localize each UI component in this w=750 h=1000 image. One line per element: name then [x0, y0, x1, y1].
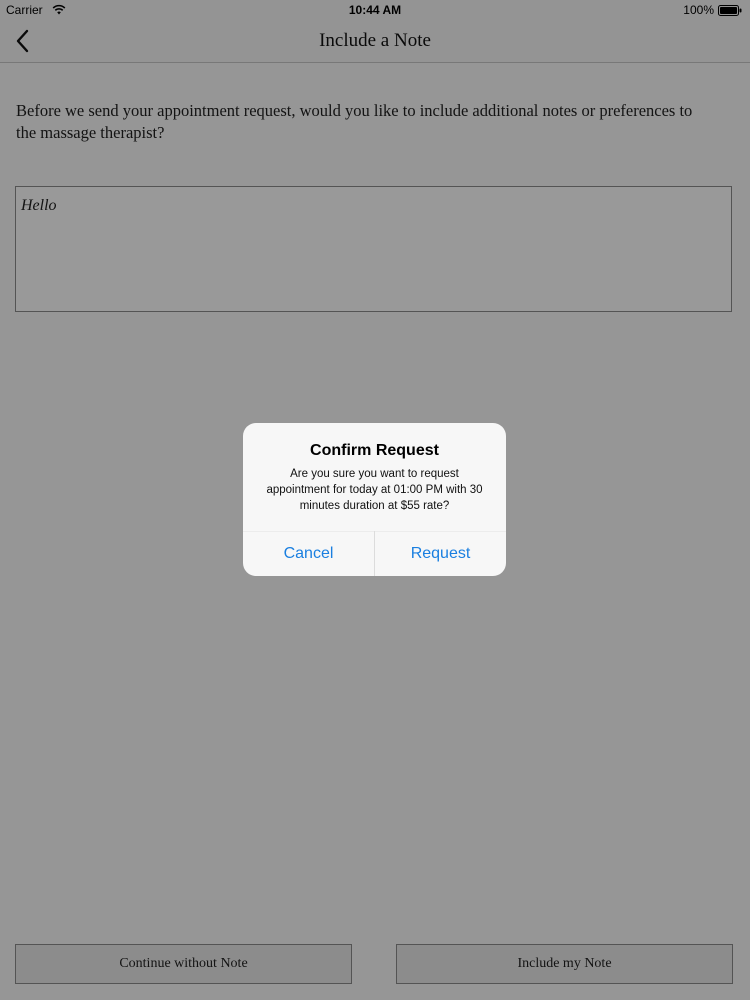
alert-message: Are you sure you want to request appoint… [266, 468, 483, 512]
alert-cancel-button[interactable]: Cancel [243, 531, 374, 576]
alert-request-button[interactable]: Request [375, 531, 506, 576]
alert-title: Confirm Request [310, 442, 439, 459]
alert-cancel-label: Cancel [283, 544, 334, 562]
confirm-request-alert: Confirm Request Are you sure you want to… [243, 423, 506, 576]
alert-request-label: Request [410, 544, 471, 562]
